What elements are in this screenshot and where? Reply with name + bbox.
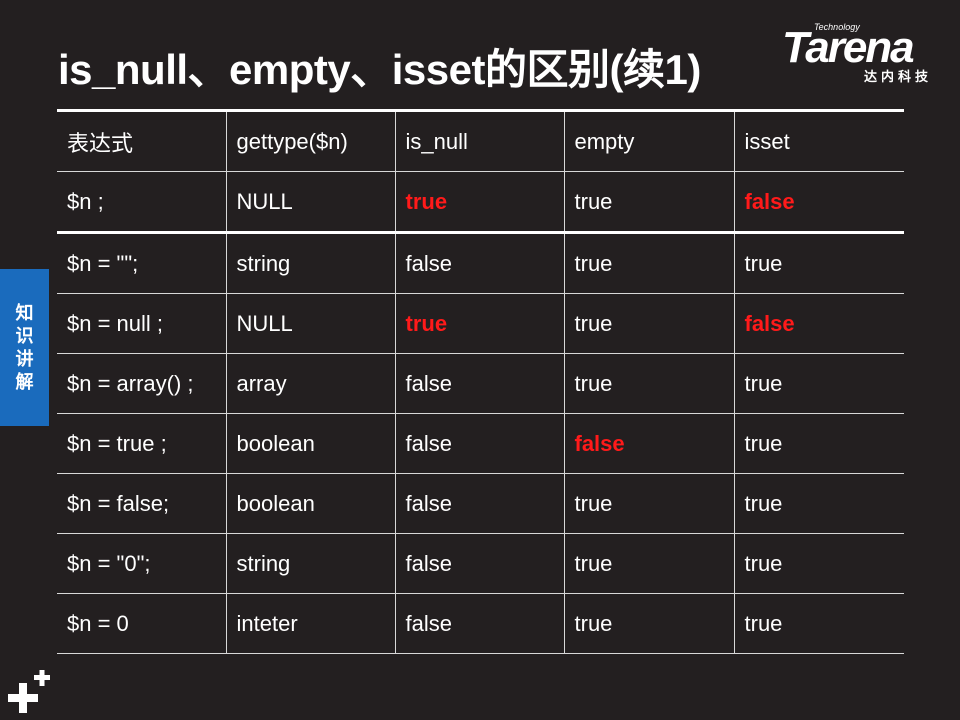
- table-header-row: 表达式 gettype($n) is_null empty isset: [57, 109, 904, 172]
- table-cell: true: [563, 593, 734, 654]
- table-cell: true: [733, 353, 904, 414]
- plus-logo-icon: [8, 670, 50, 713]
- side-tab-char: 解: [15, 371, 34, 392]
- table-cell: $n = "0";: [57, 533, 226, 594]
- logo-wordmark: Tarena: [782, 23, 915, 72]
- table-cell-highlight: false: [733, 293, 904, 354]
- table-row: $n = "0"; string false true true: [57, 533, 904, 594]
- table-cell: true: [733, 533, 904, 594]
- table-cell: false: [394, 593, 564, 654]
- table-cell: false: [394, 232, 564, 294]
- table-cell: $n = false;: [57, 473, 226, 534]
- table-cell: NULL: [225, 293, 395, 354]
- table-cell-highlight: true: [394, 293, 564, 354]
- side-tab-knowledge: 知 识 讲 解: [0, 269, 49, 426]
- table-cell: $n = 0: [57, 593, 226, 654]
- header-is-null: is_null: [394, 109, 564, 172]
- tarena-logo: Technology Tarena 达内科技: [780, 22, 950, 86]
- table-cell: true: [733, 593, 904, 654]
- table-cell: string: [225, 533, 395, 594]
- table-row: $n = null ; NULL true true false: [57, 293, 904, 354]
- table-row: $n = false; boolean false true true: [57, 473, 904, 534]
- table-cell: $n ;: [57, 171, 226, 234]
- table-cell: NULL: [225, 171, 395, 234]
- table-cell: boolean: [225, 473, 395, 534]
- table-cell: $n = "";: [57, 232, 226, 294]
- table-cell: true: [563, 473, 734, 534]
- table-row: $n ; NULL true true false: [57, 171, 904, 234]
- comparison-table: 表达式 gettype($n) is_null empty isset $n ;…: [57, 109, 904, 654]
- table-cell: true: [563, 353, 734, 414]
- table-cell-highlight: true: [394, 171, 564, 234]
- table-cell: true: [733, 473, 904, 534]
- logo-chinese-name: 达内科技: [864, 69, 933, 84]
- table-cell: $n = true ;: [57, 413, 226, 474]
- table-cell: true: [563, 171, 734, 234]
- slide-title: is_null、empty、isset的区别(续1): [58, 46, 701, 93]
- table-cell: boolean: [225, 413, 395, 474]
- table-cell: true: [563, 293, 734, 354]
- table-cell: $n = array() ;: [57, 353, 226, 414]
- table-row: $n = 0 inteter false true true: [57, 593, 904, 654]
- table-cell: false: [394, 413, 564, 474]
- side-tab-char: 讲: [15, 348, 34, 369]
- header-isset: isset: [733, 109, 904, 172]
- table-cell: false: [394, 353, 564, 414]
- table-cell: true: [733, 232, 904, 294]
- table-row: $n = ""; string false true true: [57, 232, 904, 294]
- side-tab-char: 识: [15, 325, 34, 346]
- table-cell: string: [225, 232, 395, 294]
- table-cell: true: [733, 413, 904, 474]
- table-cell-highlight: false: [733, 171, 904, 234]
- header-expression: 表达式: [57, 109, 226, 172]
- table-cell: false: [394, 473, 564, 534]
- header-empty: empty: [563, 109, 734, 172]
- table-cell: true: [563, 533, 734, 594]
- table-cell: inteter: [225, 593, 395, 654]
- table-cell: true: [563, 232, 734, 294]
- header-gettype: gettype($n): [225, 109, 395, 172]
- side-tab-char: 知: [15, 302, 34, 323]
- table-cell: $n = null ;: [57, 293, 226, 354]
- table-row: $n = array() ; array false true true: [57, 353, 904, 414]
- table-cell: false: [394, 533, 564, 594]
- table-cell-highlight: false: [563, 413, 734, 474]
- table-row: $n = true ; boolean false false true: [57, 413, 904, 474]
- table-cell: array: [225, 353, 395, 414]
